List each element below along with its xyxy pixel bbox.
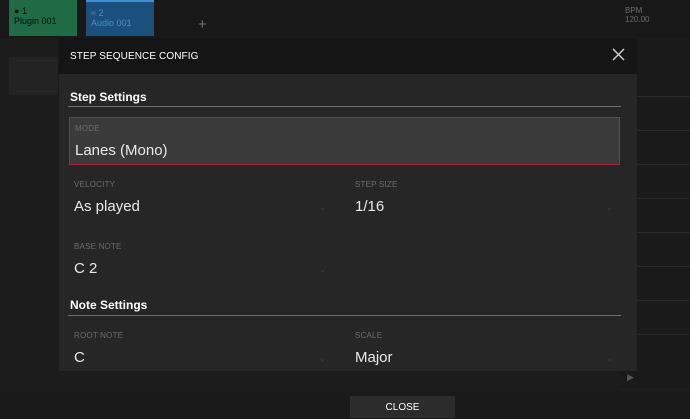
track-number: 1: [21, 6, 27, 16]
track-name: Plugin 001: [14, 16, 57, 26]
scale-label: SCALE: [355, 331, 383, 340]
step-size-value: 1/16: [355, 198, 385, 215]
play-icon: ▶: [627, 372, 634, 382]
mode-label: MODE: [75, 124, 100, 133]
add-track-button[interactable]: +: [198, 16, 207, 33]
scale-value: Major: [355, 349, 393, 366]
root-note-value: C: [74, 349, 85, 366]
velocity-value: As played: [74, 198, 140, 215]
chevron-down-icon: ⌄: [319, 354, 326, 363]
track-tab-audio-001[interactable]: ≈ 2 Audio 001: [86, 0, 154, 36]
base-note-select[interactable]: BASE NOTE C 2 ⌄: [69, 239, 333, 283]
track-name: Audio 001: [91, 18, 132, 28]
mode-value: Lanes (Mono): [75, 142, 168, 159]
bpm-display[interactable]: BPM 120.00: [625, 6, 649, 24]
velocity-label: VELOCITY: [74, 180, 116, 189]
close-button[interactable]: CLOSE: [350, 396, 455, 418]
note-settings-heading: Note Settings: [70, 298, 148, 312]
dialog-header: STEP SEQUENCE CONFIG: [59, 38, 637, 74]
mode-select[interactable]: MODE Lanes (Mono) ⌄: [69, 117, 620, 165]
root-note-label: ROOT NOTE: [74, 331, 124, 340]
step-size-label: STEP SIZE: [355, 180, 398, 189]
chevron-down-icon: ⌄: [606, 203, 613, 212]
section-divider: [68, 106, 621, 107]
track-dot-icon: ●: [14, 6, 20, 16]
section-divider: [68, 315, 621, 316]
track-number: 2: [98, 8, 104, 18]
chevron-down-icon: ⌄: [319, 265, 326, 274]
chevron-down-icon: ⌄: [605, 146, 612, 155]
step-settings-heading: Step Settings: [70, 90, 147, 104]
base-note-value: C 2: [74, 260, 98, 277]
chevron-down-icon: ⌄: [606, 354, 613, 363]
step-size-select[interactable]: STEP SIZE 1/16 ⌄: [350, 177, 620, 221]
step-sequence-config-dialog: STEP SEQUENCE CONFIG Step Settings MODE …: [59, 38, 637, 371]
close-icon[interactable]: [609, 45, 629, 65]
bottom-bar: [0, 391, 690, 419]
scale-select[interactable]: SCALE Major ⌄: [350, 328, 620, 371]
dialog-title: STEP SEQUENCE CONFIG: [70, 50, 199, 62]
base-note-label: BASE NOTE: [74, 242, 122, 251]
root-note-select[interactable]: ROOT NOTE C ⌄: [69, 328, 333, 371]
velocity-select[interactable]: VELOCITY As played ⌄: [69, 177, 333, 221]
track-tab-plugin-001[interactable]: ● 1 Plugin 001: [9, 0, 77, 36]
bpm-label: BPM: [625, 6, 643, 15]
bpm-value: 120.00: [625, 15, 650, 24]
audio-track-icon: ≈: [91, 8, 96, 18]
chevron-down-icon: ⌄: [319, 203, 326, 212]
